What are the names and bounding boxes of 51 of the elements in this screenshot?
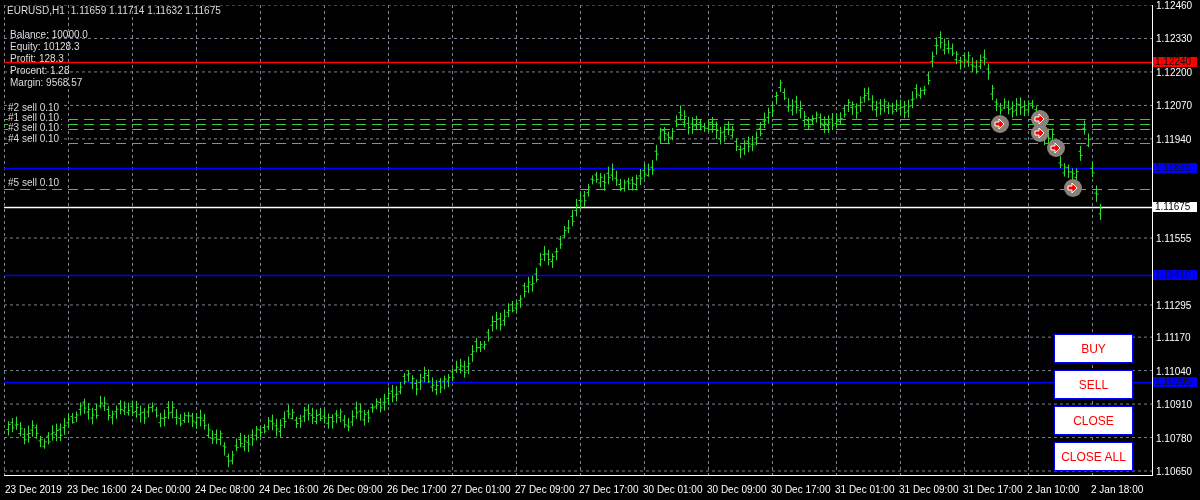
order-label: #2 sell 0.10: [8, 103, 62, 113]
time-axis-label: 24 Dec 08:00: [195, 484, 255, 495]
trade-button[interactable]: CLOSE: [1054, 406, 1133, 435]
time-axis-label: 24 Dec 00:00: [131, 484, 191, 495]
time-axis-label: 24 Dec 16:00: [259, 484, 319, 495]
order-label: #4 sell 0.10: [8, 134, 62, 144]
time-axis-label: 23 Dec 16:00: [67, 484, 127, 495]
symbol-label: EURUSD,H1: [7, 5, 65, 16]
price-axis-label: 1.10910: [1156, 399, 1193, 412]
price-axis-label: 1.11555: [1156, 233, 1192, 245]
price-axis-label: 1.12200: [1156, 66, 1193, 79]
time-axis-label: 30 Dec 09:00: [707, 484, 767, 495]
account-info-text: Profit: 128.3: [10, 53, 65, 65]
price-tag: 1.11675: [1153, 202, 1197, 213]
price-axis-label: 1.11295: [1156, 299, 1192, 312]
time-axis-label: 23 Dec 2019: [5, 484, 62, 495]
price-axis-label: 1.12330: [1156, 33, 1193, 46]
price-axis-label: 1.11040: [1156, 365, 1192, 377]
price-axis-label: 1.10780: [1156, 432, 1193, 445]
time-axis-label: 26 Dec 17:00: [387, 484, 447, 495]
time-axis-label: 27 Dec 09:00: [515, 484, 575, 495]
price-axis-label: 1.10650: [1156, 466, 1193, 478]
time-axis-label: 30 Dec 17:00: [771, 484, 831, 495]
trade-button[interactable]: CLOSE ALL: [1054, 442, 1133, 471]
ohlc-prices: 1.11659 1.11714 1.11632 1.11675: [70, 5, 221, 16]
trade-button[interactable]: BUY: [1054, 334, 1133, 363]
trade-button[interactable]: SELL: [1054, 370, 1133, 399]
account-info-text: Equity: 10128.3: [10, 41, 81, 53]
price-axis-label: 1.12070: [1156, 100, 1193, 113]
time-axis-label: 27 Dec 01:00: [451, 484, 511, 495]
price-axis-label: 1.11940: [1156, 133, 1192, 146]
account-info-text: Margin: 9568.57: [10, 77, 84, 89]
price-axis-label: 1.11170: [1156, 332, 1191, 345]
time-axis-label: 2 Jan 10:00: [1027, 484, 1080, 495]
price-tag: 1.12240: [1153, 56, 1197, 67]
price-tag: 1.11825: [1153, 163, 1197, 174]
account-info-text: Procent: 1.28: [10, 65, 71, 77]
price-axis-label: 1.12460: [1156, 0, 1193, 12]
time-axis-label: 27 Dec 17:00: [579, 484, 639, 495]
time-axis-label: 2 Jan 18:00: [1091, 484, 1144, 495]
order-label: #1 sell 0.10: [8, 113, 62, 123]
time-axis-label: 31 Dec 17:00: [963, 484, 1023, 495]
price-tag: 1.10995: [1153, 377, 1197, 388]
time-axis-label: 31 Dec 01:00: [835, 484, 895, 495]
time-axis-label: 31 Dec 09:00: [899, 484, 959, 495]
time-axis-label: 30 Dec 01:00: [643, 484, 703, 495]
time-axis-label: 26 Dec 09:00: [323, 484, 383, 495]
order-label: #3 sell 0.10: [8, 123, 62, 133]
order-label: #5 sell 0.10: [8, 178, 62, 188]
account-info-text: Balance: 10000.0: [10, 29, 88, 41]
price-tag: 1.11410: [1153, 270, 1197, 281]
